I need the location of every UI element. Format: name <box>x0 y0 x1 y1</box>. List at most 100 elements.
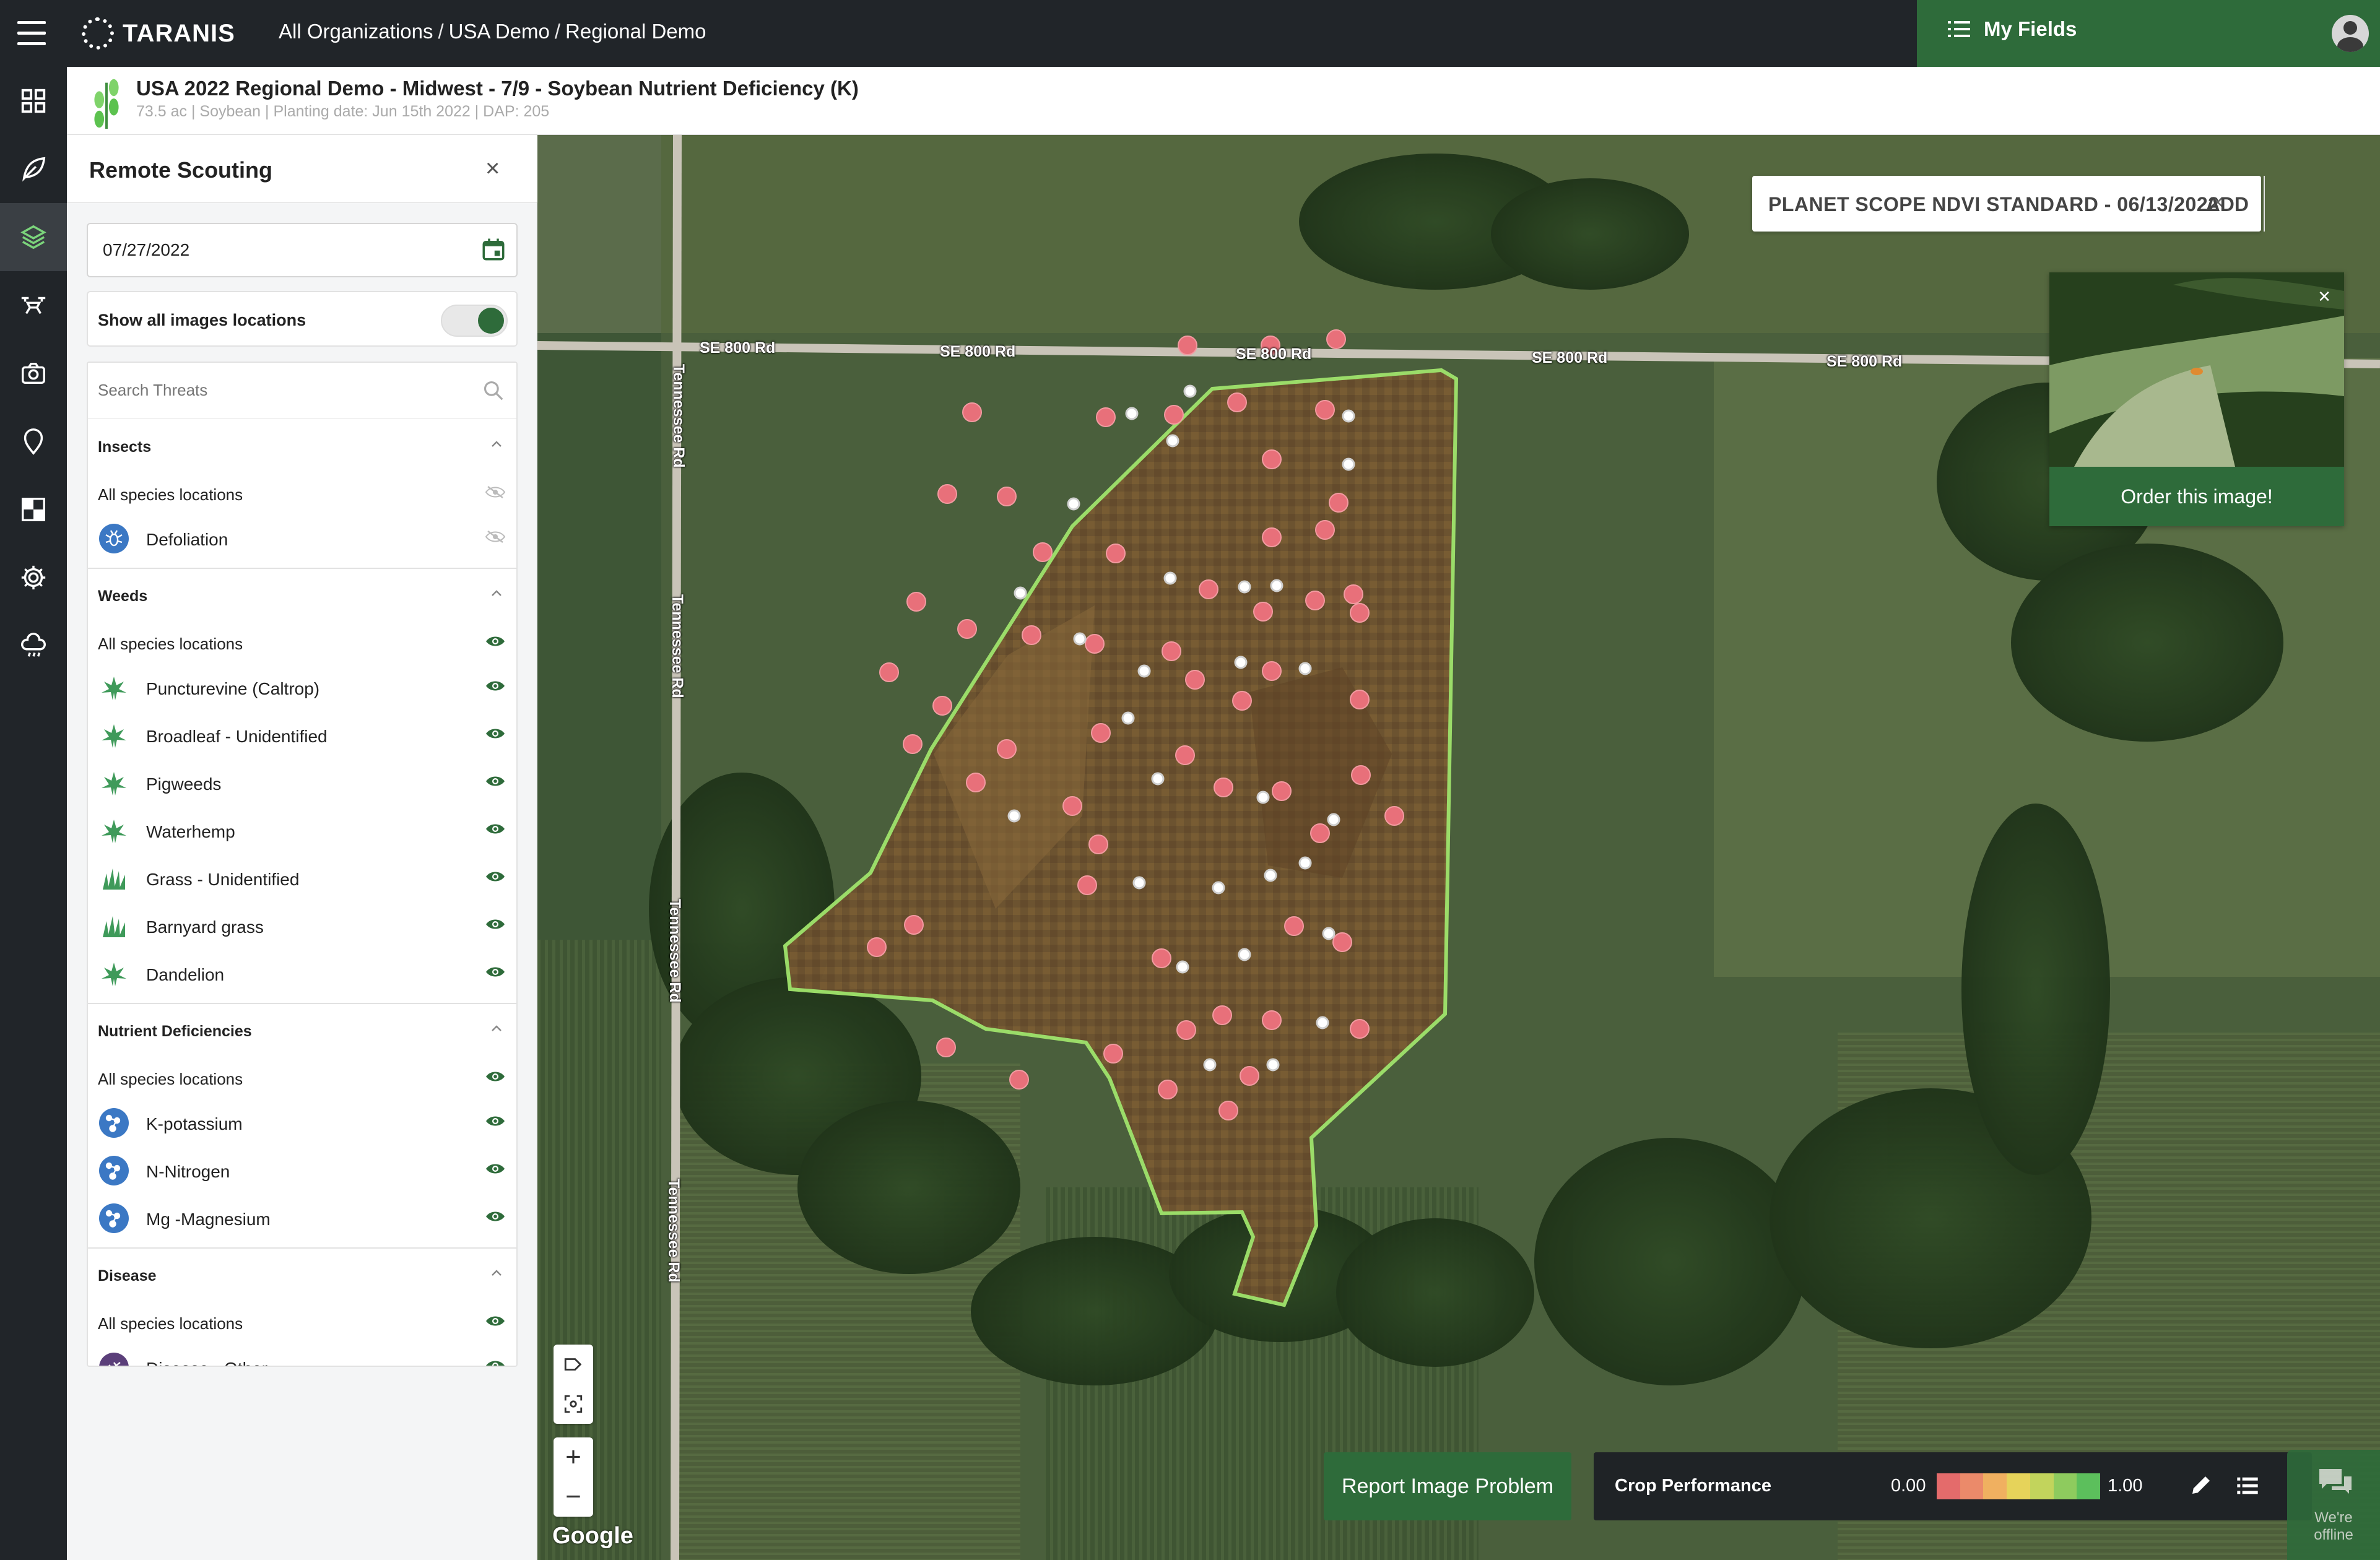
image-location-marker[interactable] <box>1163 571 1177 585</box>
image-location-marker[interactable] <box>1264 869 1277 882</box>
threat-item[interactable]: K-potassium <box>88 1099 516 1147</box>
eye-icon[interactable] <box>485 1210 505 1223</box>
image-location-marker[interactable] <box>1234 656 1248 669</box>
add-layer-button[interactable]: ADD <box>2206 193 2249 216</box>
scouting-point-marker[interactable] <box>997 487 1017 506</box>
scouting-point-marker[interactable] <box>1022 625 1041 645</box>
chat-widget[interactable]: We're offline <box>2287 1450 2380 1560</box>
chevron-up-icon[interactable] <box>490 1267 503 1280</box>
threat-item[interactable]: Dandelion <box>88 950 516 998</box>
scouting-point-marker[interactable] <box>932 696 952 716</box>
eye-icon[interactable] <box>485 1070 505 1083</box>
user-avatar-icon[interactable] <box>2332 15 2369 52</box>
scouting-point-marker[interactable] <box>1329 493 1349 513</box>
map-view[interactable]: SE 800 Rd SE 800 Rd SE 800 Rd SE 800 Rd … <box>537 135 2380 1560</box>
scouting-point-marker[interactable] <box>1009 1070 1029 1090</box>
scouting-point-marker[interactable] <box>1262 527 1282 547</box>
scouting-point-marker[interactable] <box>867 937 887 957</box>
scouting-point-marker[interactable] <box>1253 602 1273 622</box>
eye-icon[interactable] <box>485 727 505 740</box>
scouting-point-marker[interactable] <box>1351 765 1371 785</box>
threat-item[interactable]: Mg -Magnesium <box>88 1195 516 1242</box>
scouting-point-marker[interactable] <box>1164 405 1184 425</box>
image-location-marker[interactable] <box>1183 384 1197 398</box>
scouting-point-marker[interactable] <box>1033 542 1053 562</box>
scouting-point-marker[interactable] <box>1350 1019 1370 1039</box>
image-location-marker[interactable] <box>1270 579 1283 592</box>
eye-icon[interactable] <box>485 870 505 883</box>
edit-pencil-icon[interactable] <box>2188 1472 2214 1498</box>
scouting-point-marker[interactable] <box>1227 392 1247 412</box>
search-input[interactable] <box>98 378 457 402</box>
all-species-row[interactable]: All species locations <box>88 1059 516 1099</box>
threat-item[interactable]: N-Nitrogen <box>88 1147 516 1195</box>
scouting-point-marker[interactable] <box>1178 336 1197 355</box>
scouting-point-marker[interactable] <box>906 592 926 612</box>
eye-icon[interactable] <box>485 1162 505 1176</box>
threat-item[interactable]: Pigweeds <box>88 760 516 807</box>
scouting-point-marker[interactable] <box>1262 661 1282 681</box>
menu-icon[interactable] <box>17 21 46 46</box>
scouting-point-marker[interactable] <box>1062 796 1082 816</box>
scouting-point-marker[interactable] <box>1344 584 1363 604</box>
scouting-point-marker[interactable] <box>1272 781 1292 801</box>
eye-off-icon[interactable] <box>485 530 506 544</box>
layer-name[interactable]: PLANET SCOPE NDVI STANDARD - 06/13/2022 <box>1768 193 2219 216</box>
chevron-up-icon[interactable] <box>490 438 503 451</box>
show-all-images-toggle[interactable] <box>441 305 508 337</box>
scouting-point-marker[interactable] <box>904 915 924 935</box>
zoom-in-button[interactable]: + <box>554 1437 593 1477</box>
scouting-point-marker[interactable] <box>1212 1005 1232 1025</box>
weather-icon[interactable] <box>0 612 67 680</box>
camera-icon[interactable] <box>0 339 67 407</box>
image-location-marker[interactable] <box>1342 409 1355 423</box>
eye-icon[interactable] <box>485 679 505 693</box>
scouting-point-marker[interactable] <box>936 1038 956 1057</box>
breadcrumb-item[interactable]: USA Demo <box>449 20 550 43</box>
calendar-icon[interactable] <box>480 236 506 262</box>
image-location-marker[interactable] <box>1342 457 1355 471</box>
image-location-marker[interactable] <box>1327 813 1340 826</box>
image-location-marker[interactable] <box>1132 876 1146 890</box>
drone-icon[interactable] <box>0 271 67 339</box>
image-location-marker[interactable] <box>1121 711 1135 725</box>
checker-icon[interactable] <box>0 475 67 544</box>
scouting-point-marker[interactable] <box>1088 834 1108 854</box>
group-header[interactable]: Disease <box>88 1249 516 1303</box>
threat-item[interactable]: Barnyard grass <box>88 903 516 950</box>
date-picker[interactable]: 07/27/2022 <box>87 223 518 277</box>
threat-item[interactable]: Broadleaf - Unidentified <box>88 712 516 760</box>
image-location-marker[interactable] <box>1203 1058 1217 1072</box>
scouting-point-marker[interactable] <box>1185 670 1205 690</box>
all-species-row[interactable]: All species locations <box>88 1303 516 1344</box>
scouting-point-marker[interactable] <box>1218 1101 1238 1120</box>
scouting-point-marker[interactable] <box>1384 806 1404 826</box>
layers-icon[interactable] <box>0 203 67 271</box>
image-location-marker[interactable] <box>1256 791 1270 804</box>
breadcrumb-item[interactable]: All Organizations <box>279 20 433 43</box>
all-species-row[interactable]: All species locations <box>88 474 516 515</box>
scouting-point-marker[interactable] <box>937 484 957 504</box>
eye-icon[interactable] <box>485 1114 505 1128</box>
scouting-point-marker[interactable] <box>1326 329 1346 349</box>
scouting-point-marker[interactable] <box>1077 875 1097 895</box>
image-location-marker[interactable] <box>1151 772 1165 786</box>
eye-icon[interactable] <box>485 635 505 648</box>
scouting-point-marker[interactable] <box>1315 400 1335 420</box>
image-location-marker[interactable] <box>1137 664 1151 678</box>
search-icon[interactable] <box>482 379 505 402</box>
scouting-point-marker[interactable] <box>1350 690 1370 709</box>
settings-icon[interactable] <box>0 544 67 612</box>
chevron-up-icon[interactable] <box>490 587 503 600</box>
group-header[interactable]: Insects <box>88 420 516 474</box>
scouting-point-marker[interactable] <box>1199 579 1218 599</box>
eye-icon[interactable] <box>485 917 505 931</box>
breadcrumb-item[interactable]: Regional Demo <box>565 20 706 43</box>
leaf-icon[interactable] <box>0 135 67 203</box>
tag-icon[interactable] <box>554 1345 593 1384</box>
scouting-point-marker[interactable] <box>1152 948 1171 968</box>
image-location-marker[interactable] <box>1298 662 1312 675</box>
chevron-up-icon[interactable] <box>490 1023 503 1035</box>
threat-item[interactable]: Disease - Other <box>88 1344 516 1366</box>
scouting-point-marker[interactable] <box>1091 723 1111 743</box>
